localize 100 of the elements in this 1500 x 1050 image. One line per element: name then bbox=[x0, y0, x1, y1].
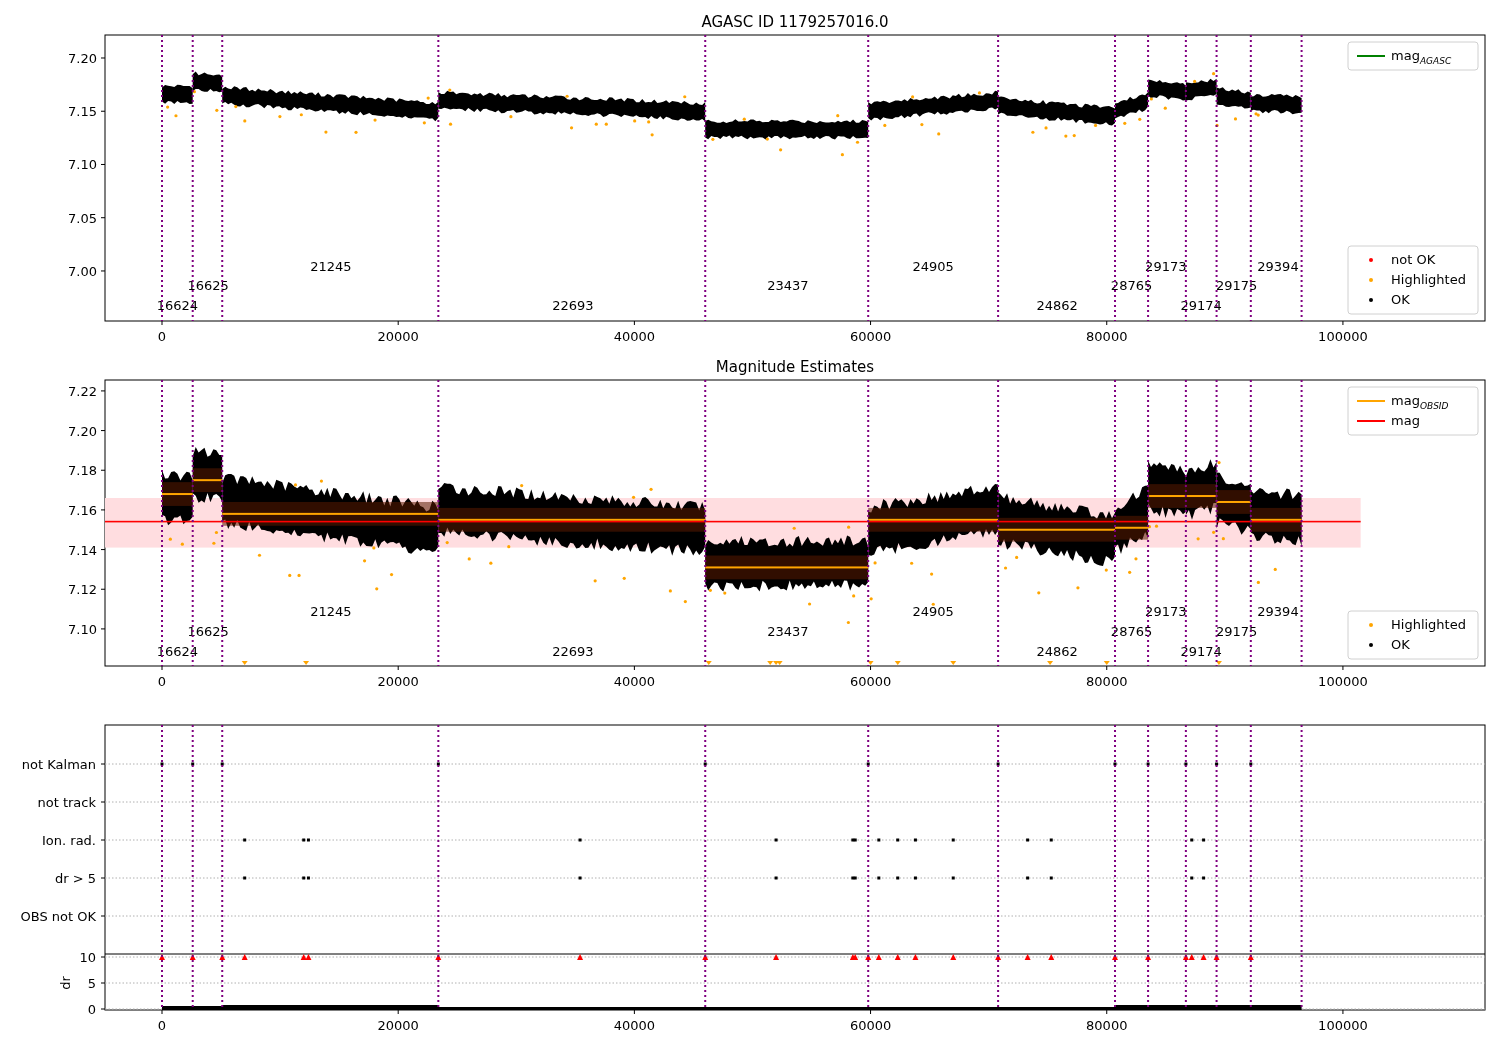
flag-point-icon bbox=[913, 838, 917, 842]
flag-point-icon bbox=[877, 838, 881, 842]
tick-label: 60000 bbox=[849, 674, 892, 689]
flag-point-icon bbox=[996, 762, 1000, 766]
obsid-label: 29173 bbox=[1145, 258, 1187, 274]
obsid-mean-line bbox=[1216, 501, 1251, 503]
flag-point-icon bbox=[191, 762, 195, 766]
tick-label: 20000 bbox=[377, 674, 419, 689]
clipped-marker-icon bbox=[1112, 954, 1118, 960]
obsid-label: 23437 bbox=[767, 278, 809, 294]
tick-label: 80000 bbox=[1086, 329, 1128, 344]
tick-label: 40000 bbox=[613, 674, 656, 689]
tick-label: 7.20 bbox=[68, 423, 97, 439]
legend-label: OK bbox=[1391, 636, 1410, 654]
flag-point-icon bbox=[1113, 762, 1117, 766]
tick-label: 20000 bbox=[377, 1018, 419, 1033]
legend-label: Highlighted bbox=[1391, 271, 1466, 289]
tick-label: 7.18 bbox=[68, 463, 97, 479]
flag-point-icon bbox=[578, 838, 582, 842]
flag-point-icon bbox=[877, 876, 881, 880]
tick-label: 20000 bbox=[377, 329, 419, 344]
category-label: Ion. rad. bbox=[42, 833, 96, 848]
tick-label: 7.22 bbox=[68, 383, 97, 399]
flag-point-icon bbox=[1202, 838, 1206, 842]
flag-point-icon bbox=[243, 838, 247, 842]
error-band bbox=[1148, 484, 1186, 508]
obsid-mean-line bbox=[1250, 518, 1302, 521]
clipped-marker-icon bbox=[950, 954, 957, 960]
flag-point-icon bbox=[243, 876, 247, 880]
obsid-label: 16625 bbox=[187, 623, 229, 639]
obsid-label: 29174 bbox=[1180, 298, 1222, 314]
clipped-marker-icon bbox=[702, 954, 709, 960]
flag-point-icon bbox=[703, 762, 707, 766]
obsid-mean-line bbox=[162, 493, 193, 496]
flag-point-icon bbox=[896, 838, 900, 842]
category-label: OBS not OK bbox=[20, 909, 96, 924]
tick-label: 40000 bbox=[613, 1018, 656, 1033]
clipped-marker-icon bbox=[1247, 954, 1254, 960]
tick-label: 7.05 bbox=[68, 210, 97, 226]
flag-point-icon bbox=[1184, 762, 1188, 766]
error-band bbox=[1185, 484, 1217, 508]
category-label: dr > 5 bbox=[54, 871, 96, 886]
flag-point-icon bbox=[774, 876, 778, 880]
tick-label: 100000 bbox=[1318, 1018, 1368, 1033]
tick-label: 5 bbox=[87, 976, 96, 991]
tick-label: 0 bbox=[157, 329, 167, 344]
clipped-marker-icon bbox=[1103, 661, 1110, 665]
clipped-marker-icon bbox=[875, 954, 882, 960]
obsid-label: 24905 bbox=[912, 604, 954, 619]
tick-label: 7.15 bbox=[68, 104, 97, 120]
flag-point-icon bbox=[913, 876, 917, 880]
flag-point-icon bbox=[774, 838, 778, 842]
tick-label: 7.20 bbox=[68, 51, 97, 66]
legend-label: OK bbox=[1391, 291, 1410, 309]
tick-label: 7.10 bbox=[68, 621, 97, 637]
tick-label: 7.16 bbox=[68, 502, 97, 518]
clipped-marker-icon bbox=[1213, 954, 1220, 960]
obsid-label: 29175 bbox=[1215, 278, 1258, 294]
clipped-marker-icon bbox=[241, 661, 248, 665]
clipped-marker-icon bbox=[241, 954, 248, 960]
flag-point-icon bbox=[578, 876, 582, 880]
scatter-points-drawing bbox=[1148, 79, 1186, 110]
tick-label: 0 bbox=[87, 1002, 96, 1017]
scatter-points-drawing bbox=[1185, 72, 1217, 101]
clipped-marker-icon bbox=[1145, 954, 1152, 960]
clipped-marker-icon bbox=[159, 954, 165, 960]
flag-point-icon bbox=[1202, 876, 1206, 880]
clipped-marker-icon bbox=[1215, 661, 1222, 665]
obsid-label: 21245 bbox=[310, 604, 352, 619]
clipped-marker-icon bbox=[894, 661, 901, 665]
clipped-marker-icon bbox=[867, 661, 874, 665]
tick-label: 7.00 bbox=[68, 263, 97, 279]
tick-label: 40000 bbox=[613, 329, 656, 344]
flag-point-icon bbox=[1146, 762, 1150, 766]
clipped-marker-icon bbox=[1024, 954, 1031, 960]
clipped-marker-icon bbox=[577, 954, 584, 960]
tick-label: 7.12 bbox=[68, 582, 97, 598]
clipped-marker-icon bbox=[1047, 661, 1054, 665]
legend-label: mag$_{OBSID}$ bbox=[1391, 392, 1449, 411]
flag-point-icon bbox=[1049, 876, 1053, 880]
obsid-label: 24862 bbox=[1036, 298, 1078, 314]
flag-point-icon bbox=[1026, 838, 1030, 842]
clipped-marker-icon bbox=[189, 954, 196, 960]
obsid-label: 22693 bbox=[552, 298, 594, 314]
obsid-label: 29174 bbox=[1180, 643, 1222, 659]
clipped-marker-icon bbox=[435, 954, 442, 960]
error-band bbox=[192, 468, 223, 493]
clipped-marker-icon bbox=[865, 954, 872, 960]
flag-point-icon bbox=[1215, 762, 1219, 766]
error-band bbox=[162, 482, 193, 506]
clipped-marker-icon bbox=[995, 954, 1002, 960]
clipped-marker-icon bbox=[219, 954, 226, 960]
scatter-points-drawing bbox=[1147, 460, 1186, 529]
flag-point-icon bbox=[951, 876, 955, 880]
flag-point-icon bbox=[436, 762, 440, 766]
obsid-label: 29394 bbox=[1257, 258, 1299, 274]
tick-label: 7.10 bbox=[68, 157, 97, 173]
obsid-label: 16624 bbox=[156, 298, 199, 314]
legend-label: Highlighted bbox=[1391, 616, 1466, 634]
flag-point-icon bbox=[1026, 876, 1030, 880]
